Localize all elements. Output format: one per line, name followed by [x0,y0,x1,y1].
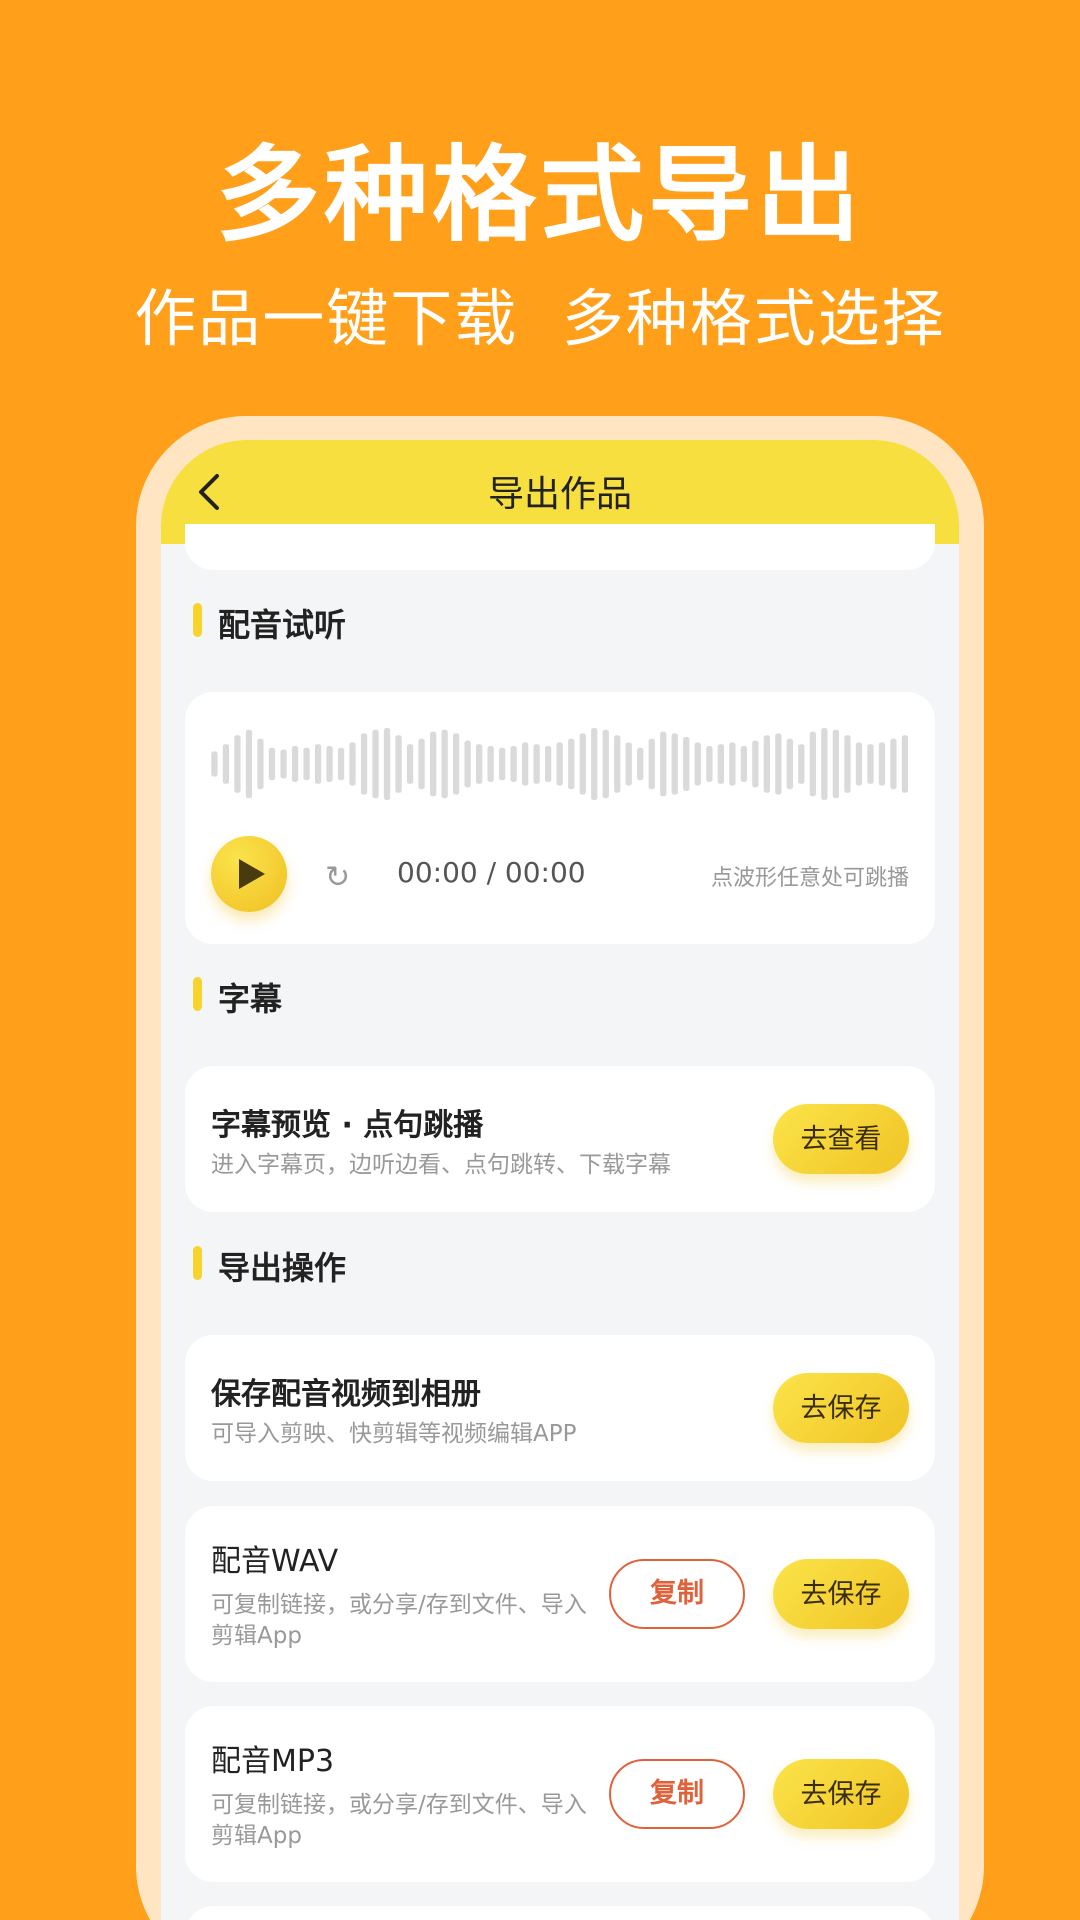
waveform-bar [499,747,506,781]
waveform-bar [637,747,644,781]
waveform-bar [430,731,437,797]
waveform-bar [545,746,552,782]
section-marker [193,603,202,637]
waveform-bar [660,731,667,797]
waveform-bar [901,735,909,793]
section-title-preview: 配音试听 [218,606,347,644]
waveform-bar [360,733,368,795]
subtitle-preview-card: 字幕预览 · 点句跳播 进入字幕页，边听边看、点句跳转、下载字幕 去查看 [185,1066,935,1212]
section-title-export: 导出操作 [218,1249,347,1287]
waveform-bar [337,747,345,781]
waveform-bar [487,746,494,782]
waveform-bar [522,742,529,786]
waveform-bar [453,733,460,795]
subtitle-card-desc: 进入字幕页，边听边看、点句跳转、下载字幕 [211,1152,671,1178]
audio-player-card: ↻ 00:00 / 00:00 点波形任意处可跳播 [185,692,935,944]
waveform-bar [556,742,563,786]
waveform-bar [211,751,218,777]
time-readout: 00:00 / 00:00 [397,856,586,889]
waveform-bar [717,744,724,784]
export-card-desc: 可复制链接，或分享/存到文件、导入剪辑App [211,1792,587,1849]
save-mp3-button[interactable]: 去保存 [773,1759,909,1829]
waveform-bar [798,744,805,784]
waveform-bar [763,735,770,793]
waveform-bar [268,747,276,781]
waveform-bar [441,729,448,799]
previous-card-edge [185,524,935,570]
waveform-bar [706,746,713,782]
waveform-bar [568,738,575,790]
export-card-desc: 可复制链接，或分享/存到文件、导入剪辑App [211,1592,587,1649]
waveform-bar [326,746,333,782]
waveform-bar [602,729,609,799]
waveform-bar [406,744,414,784]
waveform-bar [878,742,886,786]
export-card-desc: 可导入剪映、快剪辑等视频编辑APP [211,1421,577,1447]
waveform-bar [729,742,736,786]
waveform-bar [648,738,655,790]
waveform-bar [671,733,678,795]
copy-mp3-button[interactable]: 复制 [609,1759,745,1829]
waveform-bar [867,744,874,784]
hero-subtitle: 作品一键下载 多种格式选择 [134,282,946,355]
export-card-title: 保存配音视频到相册 [211,1377,481,1412]
waveform-bar [591,728,598,800]
section-marker [193,1246,202,1280]
export-card-title: 配音MP3 [211,1744,335,1779]
save-wav-button[interactable]: 去保存 [773,1559,909,1629]
copy-wav-button[interactable]: 复制 [609,1559,745,1629]
export-card-mp3: 配音MP3 可复制链接，或分享/存到文件、导入剪辑App 复制 去保存 [185,1706,935,1882]
waveform-bar [291,746,299,782]
waveform-bar [809,731,816,797]
waveform-bar [890,738,897,790]
replay-icon[interactable]: ↻ [325,860,350,895]
export-card-video: 保存配音视频到相册 可导入剪映、快剪辑等视频编辑APP 去保存 [185,1335,935,1481]
waveform-bar [234,735,241,793]
waveform-bar [372,729,379,799]
waveform-hint: 点波形任意处可跳播 [710,866,909,891]
export-card-wav: 配音WAV 可复制链接，或分享/存到文件、导入剪辑App 复制 去保存 [185,1506,935,1682]
waveform-bar [832,729,839,799]
waveform-bar [614,735,621,793]
waveform-bar [383,728,391,800]
waveform[interactable] [209,728,911,800]
waveform-bar [844,735,851,793]
waveform-bar [349,742,356,786]
waveform-bar [314,744,322,784]
section-title-subtitles: 字幕 [218,980,283,1018]
waveform-bar [395,735,402,793]
waveform-bar [476,744,483,784]
waveform-bar [786,738,793,790]
waveform-bar [303,747,310,781]
section-marker [193,977,202,1011]
waveform-bar [464,740,471,788]
play-button[interactable] [211,836,287,912]
waveform-bar [821,728,828,800]
waveform-bar [694,742,701,786]
hero-title: 多种格式导出 [215,134,864,256]
app-screen: 导出作品 配音试听 ↻ 00:00 / 00:00 点波形任意处可跳播 字幕 字… [161,440,959,1920]
waveform-bar [775,733,782,795]
view-subtitles-button[interactable]: 去查看 [773,1104,909,1174]
subtitle-card-title: 字幕预览 · 点句跳播 [211,1108,484,1143]
waveform-bar [280,749,287,779]
save-video-button[interactable]: 去保存 [773,1373,909,1443]
waveform-bar [740,746,747,782]
waveform-bar [533,744,540,784]
waveform-bar [510,746,517,782]
next-card-edge [185,1906,935,1920]
waveform-bar [579,733,586,795]
waveform-bar [855,742,863,786]
play-icon [239,859,265,889]
waveform-bar [418,738,425,790]
waveform-bar [752,740,759,788]
waveform-bar [222,744,230,784]
waveform-bar [257,738,264,790]
waveform-bar [625,742,632,786]
waveform-bar [245,729,253,799]
waveform-bar [683,737,690,791]
export-card-title: 配音WAV [211,1544,339,1579]
